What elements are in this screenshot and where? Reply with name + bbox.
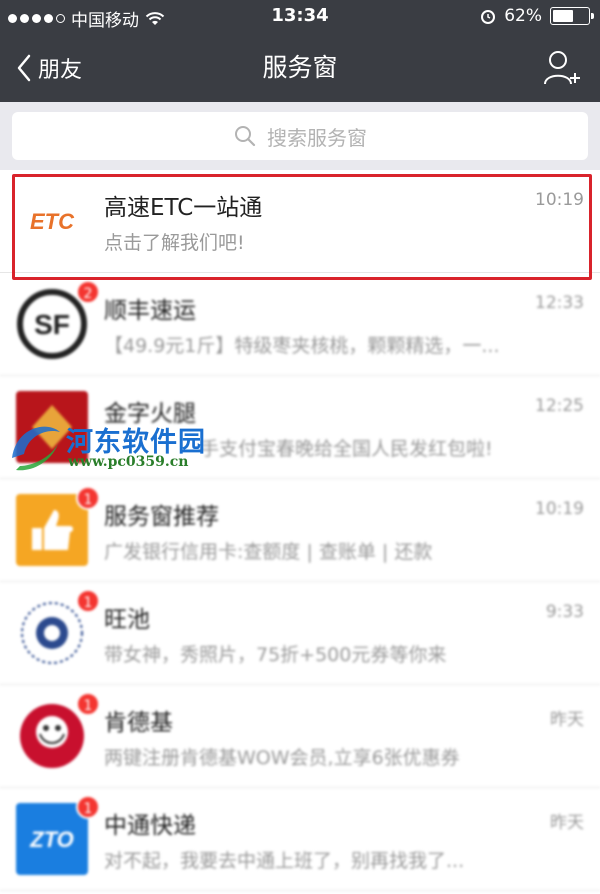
thumbs-up-icon: 1: [16, 486, 100, 566]
item-message: 广发银行信用卡:查额度 | 查账单 | 还款: [104, 541, 433, 563]
sf-logo-text: SF: [34, 309, 70, 340]
unread-badge: 1: [76, 795, 100, 819]
unread-badge: 1: [76, 692, 100, 716]
list-item-wangchi[interactable]: 1 旺池 9:33 带女神，秀照片，75折+500元券等你来: [0, 582, 600, 685]
unread-badge: 1: [76, 486, 100, 510]
zto-logo-icon: ZTO 1: [16, 795, 100, 875]
etc-logo-text: ETC: [30, 209, 75, 234]
item-time: 昨天: [550, 710, 584, 730]
service-list: ETC 高速ETC一站通 10:19 点击了解我们吧! SF 2 顺丰速运 12…: [0, 170, 600, 891]
wangchi-logo-icon: 1: [16, 589, 100, 669]
nav-bar: 朋友 服务窗: [0, 34, 600, 102]
battery-percent: 62%: [504, 6, 542, 26]
list-item-sf[interactable]: SF 2 顺丰速运 12:33 【49.9元1斤】特级枣夹核桃，颗颗精选，一..…: [0, 273, 600, 376]
status-right: 62%: [480, 6, 594, 26]
sf-logo-icon: SF 2: [16, 280, 100, 360]
list-item-zto[interactable]: ZTO 1 中通快递 昨天 对不起，我要去中通上班了，别再找我了...: [0, 788, 600, 891]
jinzi-logo-icon: [16, 391, 88, 463]
item-message: 【49.9元1斤】特级枣夹核桃，颗颗精选，一...: [104, 335, 500, 357]
page-title: 服务窗: [262, 53, 338, 82]
item-message: 对不起，我要去中通上班了，别再找我了...: [104, 850, 465, 872]
list-item-kfc[interactable]: 1 肯德基 昨天 两键注册肯德基WOW会员,立享6张优惠券: [0, 685, 600, 788]
kfc-logo-icon: 1: [16, 692, 100, 772]
etc-logo-icon: ETC: [16, 185, 88, 257]
unread-badge: 2: [76, 280, 100, 304]
search-bar: 搜索服务窗: [0, 102, 600, 170]
item-name: 顺丰速运: [104, 298, 196, 324]
battery-icon: [550, 7, 594, 25]
item-message: 点击了解我们吧!: [104, 232, 245, 254]
item-name: 中通快递: [104, 813, 196, 839]
item-name: 服务窗推荐: [104, 504, 219, 530]
item-time: 10:19: [535, 499, 584, 519]
item-time: 9:33: [545, 602, 584, 622]
unread-badge: 1: [76, 589, 100, 613]
item-name: 金字火腿: [104, 401, 196, 427]
item-time: 昨天: [550, 813, 584, 833]
status-bar: 中国移动 13:34 62%: [0, 0, 600, 34]
list-item-jinzi[interactable]: 金字火腿 12:25 手支付宝春晚给全国人民发红包啦!: [0, 376, 600, 479]
add-person-icon[interactable]: [542, 48, 582, 88]
item-time: 12:25: [535, 396, 584, 416]
item-message: 带女神，秀照片，75折+500元券等你来: [104, 644, 447, 666]
list-item-etc[interactable]: ETC 高速ETC一站通 10:19 点击了解我们吧!: [0, 170, 600, 273]
search-placeholder: 搜索服务窗: [267, 125, 367, 150]
zto-logo-text: ZTO: [29, 827, 74, 852]
item-message: 两键注册肯德基WOW会员,立享6张优惠券: [104, 747, 460, 769]
item-time: 10:19: [535, 190, 584, 210]
list-item-recommend[interactable]: 1 服务窗推荐 10:19 广发银行信用卡:查额度 | 查账单 | 还款: [0, 479, 600, 582]
search-input[interactable]: 搜索服务窗: [12, 112, 588, 160]
item-name: 肯德基: [104, 710, 173, 736]
item-name: 高速ETC一站通: [104, 195, 263, 221]
item-name: 旺池: [104, 607, 150, 633]
item-message: 手支付宝春晚给全国人民发红包啦!: [200, 438, 493, 460]
search-icon: [235, 126, 256, 147]
item-time: 12:33: [535, 293, 584, 313]
alarm-clock-icon: [481, 10, 496, 24]
